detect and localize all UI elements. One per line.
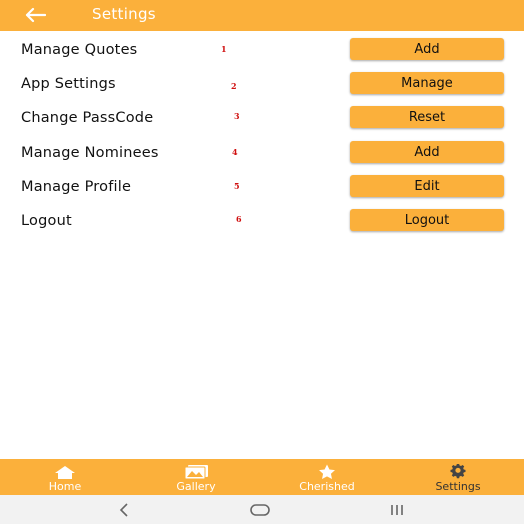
chevron-left-icon: [119, 503, 128, 517]
nav-item-settings[interactable]: Settings: [420, 459, 496, 495]
nav-label: Gallery: [176, 480, 216, 493]
reset-passcode-button[interactable]: Reset: [350, 106, 504, 128]
system-nav-bar: [0, 495, 524, 524]
row-label: Logout: [21, 213, 72, 229]
nav-item-gallery[interactable]: Gallery: [165, 459, 227, 495]
page-title: Settings: [92, 5, 156, 23]
row-number: 3: [234, 111, 240, 121]
row-label: Change PassCode: [21, 110, 154, 126]
app-bar: Settings: [0, 0, 524, 31]
nav-item-home[interactable]: Home: [34, 459, 96, 495]
arrow-left-icon: [25, 7, 46, 23]
settings-row-logout: Logout 6 Logout: [0, 205, 524, 239]
row-number: 1: [221, 44, 227, 54]
settings-row-manage-nominees: Manage Nominees 4 Add: [0, 137, 524, 171]
add-nominee-button[interactable]: Add: [350, 141, 504, 163]
system-home-button[interactable]: [247, 501, 273, 519]
logout-button[interactable]: Logout: [350, 209, 504, 231]
settings-row-change-passcode: Change PassCode 3 Reset: [0, 102, 524, 136]
row-number: 2: [231, 81, 237, 91]
row-number: 4: [232, 147, 238, 157]
nav-label: Cherished: [299, 480, 355, 493]
manage-app-settings-button[interactable]: Manage: [350, 72, 504, 94]
gear-icon: [449, 464, 467, 479]
settings-row-manage-profile: Manage Profile 5 Edit: [0, 171, 524, 205]
nav-label: Settings: [435, 480, 481, 493]
row-label: Manage Nominees: [21, 145, 159, 161]
settings-screen: Settings Manage Quotes 1 Add App Setting…: [0, 0, 524, 524]
star-icon: [317, 464, 337, 479]
recents-icon: [391, 505, 403, 515]
settings-row-manage-quotes: Manage Quotes 1 Add: [0, 34, 524, 68]
system-recents-button[interactable]: [385, 501, 409, 519]
row-number: 6: [236, 214, 242, 224]
row-label: App Settings: [21, 76, 116, 92]
row-label: Manage Quotes: [21, 42, 138, 58]
row-label: Manage Profile: [21, 179, 132, 195]
home-icon: [54, 464, 76, 479]
bottom-nav: Home Gallery Cherished Settings: [0, 459, 524, 495]
gallery-icon: [183, 464, 209, 479]
nav-item-cherished[interactable]: Cherished: [287, 459, 367, 495]
row-number: 5: [234, 181, 240, 191]
home-pill-icon: [250, 504, 270, 516]
nav-label: Home: [48, 480, 82, 493]
system-back-button[interactable]: [114, 501, 134, 519]
back-button[interactable]: [22, 4, 48, 26]
add-quote-button[interactable]: Add: [350, 38, 504, 60]
edit-profile-button[interactable]: Edit: [350, 175, 504, 197]
settings-row-app-settings: App Settings 2 Manage: [0, 68, 524, 102]
